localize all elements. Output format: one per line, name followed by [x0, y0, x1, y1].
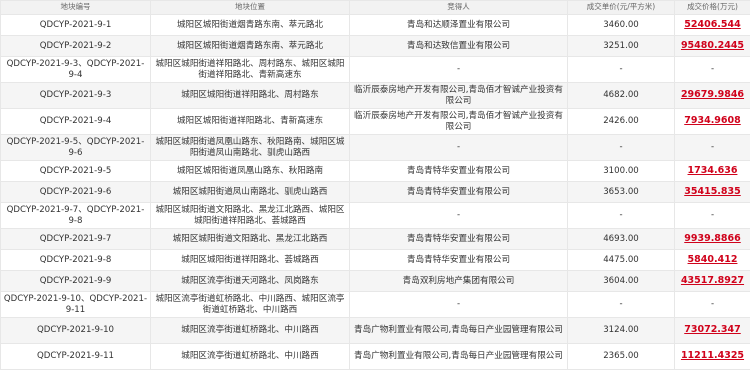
cell-location: 城阳区城阳街道烟青路东南、萃元路北: [151, 15, 350, 36]
cell-location: 城阳区城阳街道凤凰山路东、秋阳路南、城阳区城阳街道凤山南路北、驯虎山路西: [151, 135, 350, 161]
cell-price: -: [675, 292, 750, 318]
cell-location: 城阳区流亭街道虹桥路北、中川路西、城阳区流亭街道虹桥路北、中川路西: [151, 292, 350, 318]
header-location: 地块位置: [151, 1, 350, 15]
table-header: 地块编号 地块位置 竞得人 成交单价(元/平方米) 成交价格(万元): [1, 1, 750, 15]
cell-price[interactable]: 73072.347: [675, 318, 750, 344]
table-row: QDCYP-2021-9-10、QDCYP-2021-9-11城阳区流亭街道虹桥…: [1, 292, 750, 318]
cell-parcel-id: QDCYP-2021-9-8: [1, 250, 151, 271]
table-body: QDCYP-2021-9-1城阳区城阳街道烟青路东南、萃元路北青岛和达顺泽置业有…: [1, 15, 750, 370]
cell-winner: 青岛青特华安置业有限公司: [350, 161, 568, 182]
cell-parcel-id: QDCYP-2021-9-5: [1, 161, 151, 182]
table-row: QDCYP-2021-9-3城阳区城阳街道祥阳路北、周村路东临沂辰泰房地产开发有…: [1, 83, 750, 109]
cell-winner: 青岛广物利置业有限公司,青岛每日产业园管理有限公司: [350, 318, 568, 344]
cell-location: 城阳区城阳街道烟青路东南、萃元路北: [151, 36, 350, 57]
cell-location: 城阳区城阳街道祥阳路北、周村路东、城阳区城阳街道祥阳路北、青新高速东: [151, 57, 350, 83]
cell-unit-price: -: [568, 57, 675, 83]
land-auction-table: 地块编号 地块位置 竞得人 成交单价(元/平方米) 成交价格(万元) QDCYP…: [0, 0, 750, 370]
cell-price[interactable]: 52406.544: [675, 15, 750, 36]
cell-price: -: [675, 57, 750, 83]
cell-winner: -: [350, 292, 568, 318]
cell-location: 城阳区城阳街道凤山南路北、驯虎山路西: [151, 182, 350, 203]
header-parcel-id: 地块编号: [1, 1, 151, 15]
header-row: 地块编号 地块位置 竞得人 成交单价(元/平方米) 成交价格(万元): [1, 1, 750, 15]
cell-location: 城阳区城阳街道凤凰山路东、秋阳路南: [151, 161, 350, 182]
cell-unit-price: 2365.00: [568, 344, 675, 370]
table-row: QDCYP-2021-9-11城阳区流亭街道虹桥路北、中川路西青岛广物利置业有限…: [1, 344, 750, 370]
cell-price[interactable]: 7934.9608: [675, 109, 750, 135]
cell-parcel-id: QDCYP-2021-9-11: [1, 344, 151, 370]
cell-winner: -: [350, 203, 568, 229]
cell-price: -: [675, 135, 750, 161]
cell-parcel-id: QDCYP-2021-9-10: [1, 318, 151, 344]
cell-unit-price: 3100.00: [568, 161, 675, 182]
cell-winner: 临沂辰泰房地产开发有限公司,青岛佰才智诚产业投资有限公司: [350, 83, 568, 109]
cell-location: 城阳区流亭街道天河路北、凤岗路东: [151, 271, 350, 292]
cell-winner: 临沂辰泰房地产开发有限公司,青岛佰才智诚产业投资有限公司: [350, 109, 568, 135]
cell-unit-price: 3460.00: [568, 15, 675, 36]
cell-location: 城阳区城阳街道祥阳路北、周村路东: [151, 83, 350, 109]
table-row: QDCYP-2021-9-1城阳区城阳街道烟青路东南、萃元路北青岛和达顺泽置业有…: [1, 15, 750, 36]
cell-unit-price: 4475.00: [568, 250, 675, 271]
cell-winner: 青岛广物利置业有限公司,青岛每日产业园管理有限公司: [350, 344, 568, 370]
table-row: QDCYP-2021-9-5、QDCYP-2021-9-6城阳区城阳街道凤凰山路…: [1, 135, 750, 161]
table-row: QDCYP-2021-9-7城阳区城阳街道文阳路北、黑龙江北路西青岛青特华安置业…: [1, 229, 750, 250]
cell-winner: 青岛青特华安置业有限公司: [350, 229, 568, 250]
cell-winner: 青岛青特华安置业有限公司: [350, 182, 568, 203]
cell-unit-price: 2426.00: [568, 109, 675, 135]
cell-parcel-id: QDCYP-2021-9-5、QDCYP-2021-9-6: [1, 135, 151, 161]
cell-location: 城阳区城阳街道文阳路北、黑龙江北路西、城阳区城阳街道祥阳路北、荟城路西: [151, 203, 350, 229]
cell-price[interactable]: 29679.9846: [675, 83, 750, 109]
table-row: QDCYP-2021-9-5城阳区城阳街道凤凰山路东、秋阳路南青岛青特华安置业有…: [1, 161, 750, 182]
cell-parcel-id: QDCYP-2021-9-4: [1, 109, 151, 135]
cell-parcel-id: QDCYP-2021-9-7: [1, 229, 151, 250]
table-row: QDCYP-2021-9-8城阳区城阳街道祥阳路北、荟城路西青岛青特华安置业有限…: [1, 250, 750, 271]
cell-parcel-id: QDCYP-2021-9-10、QDCYP-2021-9-11: [1, 292, 151, 318]
cell-unit-price: 4693.00: [568, 229, 675, 250]
table-row: QDCYP-2021-9-6城阳区城阳街道凤山南路北、驯虎山路西青岛青特华安置业…: [1, 182, 750, 203]
cell-price[interactable]: 5840.412: [675, 250, 750, 271]
cell-price[interactable]: 9939.8866: [675, 229, 750, 250]
cell-winner: 青岛和达顺泽置业有限公司: [350, 15, 568, 36]
cell-parcel-id: QDCYP-2021-9-3、QDCYP-2021-9-4: [1, 57, 151, 83]
cell-parcel-id: QDCYP-2021-9-3: [1, 83, 151, 109]
cell-parcel-id: QDCYP-2021-9-2: [1, 36, 151, 57]
cell-location: 城阳区流亭街道虹桥路北、中川路西: [151, 344, 350, 370]
header-winner: 竞得人: [350, 1, 568, 15]
cell-location: 城阳区城阳街道祥阳路北、荟城路西: [151, 250, 350, 271]
cell-unit-price: 4682.00: [568, 83, 675, 109]
cell-price[interactable]: 95480.2445: [675, 36, 750, 57]
cell-price[interactable]: 35415.835: [675, 182, 750, 203]
cell-location: 城阳区流亭街道虹桥路北、中川路西: [151, 318, 350, 344]
table-row: QDCYP-2021-9-9城阳区流亭街道天河路北、凤岗路东青岛双利房地产集团有…: [1, 271, 750, 292]
cell-price: -: [675, 203, 750, 229]
cell-unit-price: -: [568, 292, 675, 318]
cell-winner: 青岛青特华安置业有限公司: [350, 250, 568, 271]
header-price: 成交价格(万元): [675, 1, 750, 15]
cell-price[interactable]: 43517.8927: [675, 271, 750, 292]
cell-winner: 青岛双利房地产集团有限公司: [350, 271, 568, 292]
table-row: QDCYP-2021-9-7、QDCYP-2021-9-8城阳区城阳街道文阳路北…: [1, 203, 750, 229]
table-row: QDCYP-2021-9-3、QDCYP-2021-9-4城阳区城阳街道祥阳路北…: [1, 57, 750, 83]
cell-unit-price: 3653.00: [568, 182, 675, 203]
cell-parcel-id: QDCYP-2021-9-1: [1, 15, 151, 36]
cell-winner: -: [350, 57, 568, 83]
cell-winner: 青岛和达致信置业有限公司: [350, 36, 568, 57]
cell-unit-price: 3604.00: [568, 271, 675, 292]
header-unit-price: 成交单价(元/平方米): [568, 1, 675, 15]
cell-unit-price: -: [568, 135, 675, 161]
cell-winner: -: [350, 135, 568, 161]
cell-parcel-id: QDCYP-2021-9-9: [1, 271, 151, 292]
cell-unit-price: 3251.00: [568, 36, 675, 57]
cell-parcel-id: QDCYP-2021-9-6: [1, 182, 151, 203]
table-row: QDCYP-2021-9-10城阳区流亭街道虹桥路北、中川路西青岛广物利置业有限…: [1, 318, 750, 344]
table-row: QDCYP-2021-9-4城阳区城阳街道祥阳路北、青新高速东临沂辰泰房地产开发…: [1, 109, 750, 135]
cell-price[interactable]: 11211.4325: [675, 344, 750, 370]
cell-unit-price: -: [568, 203, 675, 229]
table-row: QDCYP-2021-9-2城阳区城阳街道烟青路东南、萃元路北青岛和达致信置业有…: [1, 36, 750, 57]
cell-unit-price: 3124.00: [568, 318, 675, 344]
cell-parcel-id: QDCYP-2021-9-7、QDCYP-2021-9-8: [1, 203, 151, 229]
cell-location: 城阳区城阳街道文阳路北、黑龙江北路西: [151, 229, 350, 250]
cell-location: 城阳区城阳街道祥阳路北、青新高速东: [151, 109, 350, 135]
cell-price[interactable]: 1734.636: [675, 161, 750, 182]
